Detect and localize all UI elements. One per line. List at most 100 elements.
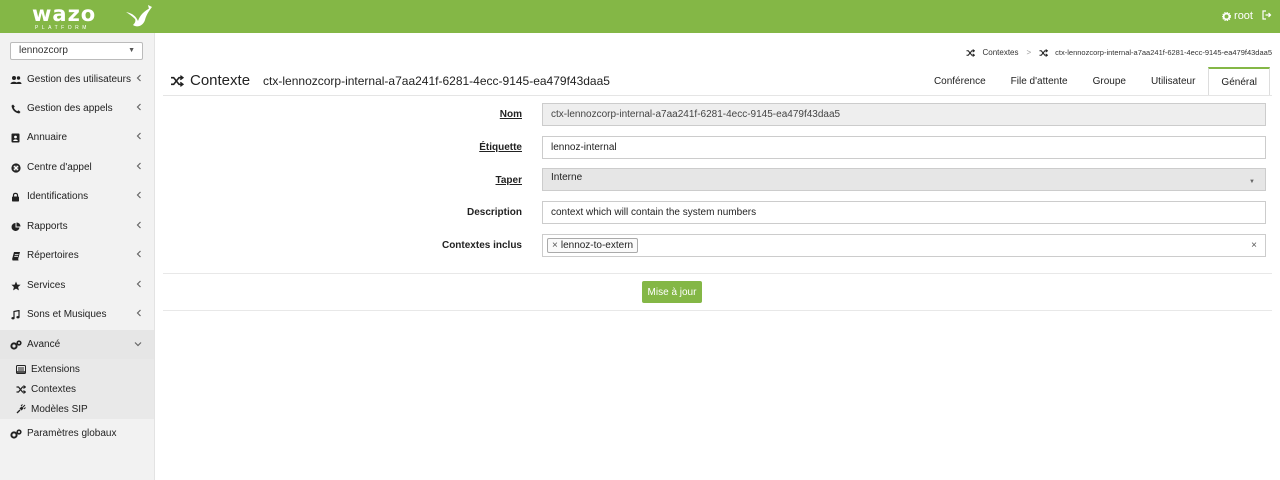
extensions-icon	[15, 364, 26, 374]
sidebar-item-directory[interactable]: Annuaire	[0, 123, 154, 152]
page-title-text: Contexte	[190, 72, 251, 89]
sidebar-subitem-label: Modèles SIP	[31, 403, 88, 415]
context-tag: × lennoz-to-extern	[547, 238, 639, 253]
pie-chart-icon	[11, 222, 20, 231]
description-field-value: context which will contain the system nu…	[551, 207, 757, 218]
sidebar-item-services[interactable]: Services	[0, 271, 154, 300]
cogs-icon	[9, 428, 22, 439]
remove-tag-icon[interactable]: ×	[552, 240, 558, 251]
shuffle-icon	[16, 384, 26, 394]
tab-general[interactable]: Général	[1208, 67, 1270, 96]
chevron-left-icon	[136, 103, 141, 111]
sidebar-item-label: Rapports	[27, 221, 68, 232]
sidebar-item-users[interactable]: Gestion des utilisateurs	[0, 65, 154, 94]
chevron-left-icon	[136, 74, 141, 82]
sidebar-item-label: Sons et Musiques	[27, 309, 107, 320]
nom-label: Nom	[499, 109, 522, 120]
chevron-down-icon	[134, 342, 142, 347]
chevron-left-icon	[136, 221, 141, 229]
lock-icon	[12, 192, 19, 201]
book-icon	[11, 251, 20, 260]
sidebar: lennozcorp ▼ Gestion des utilisateurs Ge…	[0, 33, 155, 480]
nom-field-value: ctx-lennozcorp-internal-a7aa241f-6281-4e…	[551, 109, 841, 120]
address-book-icon	[11, 133, 20, 142]
chevron-left-icon	[136, 280, 141, 288]
breadcrumb-current: ctx-lennozcorp-internal-a7aa241f-6281-4e…	[1055, 48, 1272, 57]
sidebar-item-label: Identifications	[27, 191, 89, 202]
sidebar-item-repertoires[interactable]: Répertoires	[0, 241, 154, 270]
chevron-left-icon	[136, 191, 141, 199]
caret-down-icon: ▼	[1249, 179, 1255, 185]
etiquette-field[interactable]: lennoz-internal	[542, 136, 1266, 159]
taper-select[interactable]: Interne ▼	[542, 168, 1266, 191]
shuffle-icon	[1039, 48, 1049, 57]
clear-icon[interactable]: ×	[1251, 240, 1257, 251]
cogs-icon	[9, 339, 22, 350]
description-field[interactable]: context which will contain the system nu…	[542, 201, 1266, 224]
update-button[interactable]: Mise à jour	[642, 281, 702, 303]
lifebuoy-icon	[10, 162, 21, 173]
contextes-inclus-field[interactable]: × lennoz-to-extern ×	[542, 234, 1266, 257]
page-subtitle: ctx-lennozcorp-internal-a7aa241f-6281-4e…	[263, 73, 610, 88]
contextes-inclus-label: Contextes inclus	[441, 240, 522, 251]
organization-select-value: lennozcorp	[19, 45, 68, 56]
bird-icon	[126, 5, 152, 27]
sidebar-item-label: Paramètres globaux	[27, 428, 117, 439]
tabs-divider	[163, 95, 1272, 96]
sidebar-subitem-label: Contextes	[31, 383, 77, 395]
logo-text: wazo	[32, 2, 97, 26]
sidebar-subitem-extensions[interactable]: Extensions	[0, 359, 154, 379]
shuffle-icon	[966, 48, 976, 57]
tab-conference[interactable]: Conférence	[922, 67, 998, 96]
sidebar-item-label: Répertoires	[27, 250, 79, 261]
sidebar-item-sounds[interactable]: Sons et Musiques	[0, 300, 154, 329]
breadcrumb: Contextes > ctx-lennozcorp-internal-a7aa…	[966, 48, 1272, 57]
sidebar-item-reports[interactable]: Rapports	[0, 212, 154, 241]
breadcrumb-parent-link[interactable]: Contextes	[982, 48, 1018, 57]
phone-icon	[11, 104, 20, 113]
sidebar-item-global-settings[interactable]: Paramètres globaux	[0, 419, 154, 448]
sidebar-subitem-label: Extensions	[31, 363, 80, 375]
sidebar-item-label: Gestion des utilisateurs	[27, 74, 131, 85]
logo-subtitle: PLATFORM	[35, 25, 90, 31]
user-name: root	[1234, 10, 1253, 22]
sidebar-subitem-sip-templates[interactable]: Modèles SIP	[0, 399, 154, 419]
context-tag-label: lennoz-to-extern	[560, 240, 634, 251]
shuffle-icon	[171, 74, 184, 87]
top-bar: wazo PLATFORM root	[0, 0, 1280, 33]
tab-user[interactable]: Utilisateur	[1139, 67, 1207, 96]
sidebar-item-label: Annuaire	[27, 132, 68, 143]
star-icon	[10, 281, 21, 290]
plug-icon	[16, 404, 26, 414]
taper-select-value: Interne	[551, 172, 583, 183]
music-icon	[11, 309, 20, 319]
logout-icon[interactable]	[1262, 10, 1272, 20]
chevron-left-icon	[136, 162, 141, 170]
chevron-left-icon	[136, 132, 141, 140]
caret-down-icon: ▼	[128, 47, 135, 54]
taper-label: Taper	[495, 175, 523, 186]
sidebar-subitem-contexts[interactable]: Contextes	[0, 379, 154, 399]
chevron-left-icon	[136, 250, 141, 258]
form-footer-divider	[163, 310, 1272, 311]
sidebar-item-label: Gestion des appels	[27, 103, 113, 114]
chevron-left-icon	[136, 309, 141, 317]
nom-field[interactable]: ctx-lennozcorp-internal-a7aa241f-6281-4e…	[542, 103, 1266, 126]
etiquette-label: Étiquette	[479, 142, 522, 153]
sidebar-item-calls[interactable]: Gestion des appels	[0, 94, 154, 123]
gear-icon	[1222, 11, 1232, 21]
description-label: Description	[466, 207, 522, 218]
sidebar-item-advanced[interactable]: Avancé	[0, 330, 154, 359]
breadcrumb-separator: >	[1026, 48, 1032, 57]
sidebar-item-label: Centre d'appel	[27, 162, 92, 173]
sidebar-item-call-center[interactable]: Centre d'appel	[0, 153, 154, 182]
page-title: Contexte ctx-lennozcorp-internal-a7aa241…	[170, 72, 610, 89]
user-menu[interactable]: root	[1222, 10, 1253, 22]
wazo-logo[interactable]: wazo PLATFORM	[32, 2, 152, 31]
tab-group[interactable]: Groupe	[1081, 67, 1138, 96]
organization-select[interactable]: lennozcorp ▼	[10, 42, 143, 60]
form-divider	[163, 273, 1272, 274]
sidebar-item-identifications[interactable]: Identifications	[0, 182, 154, 211]
advanced-submenu: Extensions Contextes Modèles SIP	[0, 359, 154, 419]
tab-queue[interactable]: File d'attente	[999, 67, 1080, 96]
